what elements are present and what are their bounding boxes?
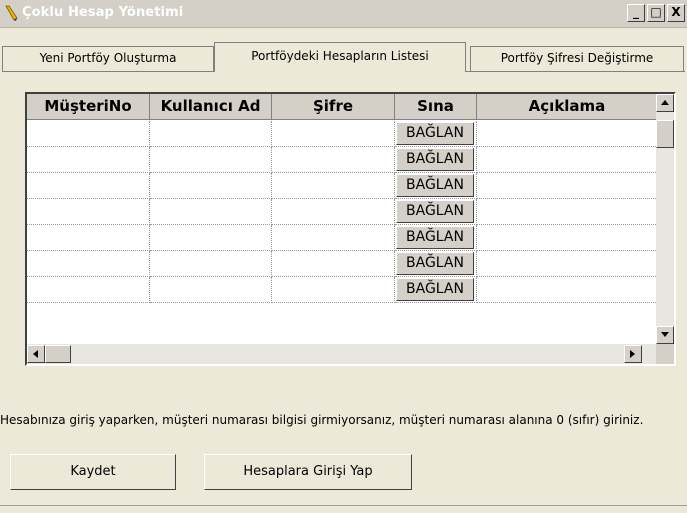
- table-row[interactable]: BAĞLAN: [27, 121, 658, 147]
- cell-musteri-no[interactable]: [27, 199, 150, 225]
- cell-kullanici-ad[interactable]: [150, 199, 272, 225]
- scroll-right-button[interactable]: [624, 345, 642, 363]
- cell-sifre[interactable]: [272, 225, 395, 251]
- cell-sifre[interactable]: [272, 147, 395, 173]
- cell-sifre[interactable]: [272, 173, 395, 199]
- arrow-down-icon: [661, 332, 669, 337]
- tab-yeni-portfoy[interactable]: Yeni Portföy Oluşturma: [2, 46, 214, 71]
- horizontal-scroll-thumb[interactable]: [45, 345, 71, 363]
- tab-hesaplarin-listesi[interactable]: Portföydeki Hesapların Listesi: [214, 42, 466, 72]
- cell-kullanici-ad[interactable]: [150, 173, 272, 199]
- table-row[interactable]: BAĞLAN: [27, 173, 658, 199]
- arrow-left-icon: [33, 350, 38, 358]
- connect-button[interactable]: BAĞLAN: [396, 278, 474, 301]
- connect-button[interactable]: BAĞLAN: [396, 226, 474, 249]
- pencil-icon: [5, 5, 18, 21]
- table-row[interactable]: BAĞLAN: [27, 251, 658, 277]
- connect-button[interactable]: BAĞLAN: [396, 148, 474, 171]
- title-bar: Çoklu Hesap Yönetimi _ □ X: [0, 0, 687, 28]
- table-row[interactable]: BAĞLAN: [27, 147, 658, 173]
- tab-strip: Yeni Portföy Oluşturma Portföydeki Hesap…: [0, 38, 687, 72]
- cell-aciklama[interactable]: [477, 225, 658, 251]
- cell-sifre[interactable]: [272, 121, 395, 147]
- maximize-icon: □: [650, 5, 662, 19]
- info-note: Hesabınıza giriş yaparken, müşteri numar…: [0, 413, 644, 427]
- cell-musteri-no[interactable]: [27, 173, 150, 199]
- cell-sina[interactable]: BAĞLAN: [395, 251, 477, 277]
- table-row[interactable]: BAĞLAN: [27, 277, 658, 303]
- cell-sifre[interactable]: [272, 199, 395, 225]
- horizontal-scrollbar[interactable]: [27, 344, 660, 364]
- cell-sina[interactable]: BAĞLAN: [395, 199, 477, 225]
- scroll-up-button[interactable]: [656, 94, 674, 112]
- cell-kullanici-ad[interactable]: [150, 121, 272, 147]
- arrow-right-icon: [630, 350, 635, 358]
- cell-sina[interactable]: BAĞLAN: [395, 147, 477, 173]
- cell-musteri-no[interactable]: [27, 251, 150, 277]
- cell-aciklama[interactable]: [477, 277, 658, 303]
- save-button[interactable]: Kaydet: [10, 454, 176, 490]
- cell-kullanici-ad[interactable]: [150, 147, 272, 173]
- connect-button[interactable]: BAĞLAN: [396, 200, 474, 223]
- close-button[interactable]: X: [667, 4, 685, 22]
- column-header-kullanici-ad[interactable]: Kullanıcı Ad: [150, 94, 272, 120]
- accounts-grid[interactable]: MüşteriNo Kullanıcı Ad Şifre Sına Açıkla…: [25, 92, 676, 366]
- cell-sina[interactable]: BAĞLAN: [395, 121, 477, 147]
- minimize-button[interactable]: _: [627, 4, 645, 22]
- minimize-icon: _: [633, 5, 639, 19]
- cell-sina[interactable]: BAĞLAN: [395, 173, 477, 199]
- column-header-musteri-no[interactable]: MüşteriNo: [27, 94, 150, 120]
- scrollbar-corner: [656, 344, 674, 364]
- cell-kullanici-ad[interactable]: [150, 251, 272, 277]
- maximize-button[interactable]: □: [647, 4, 665, 22]
- cell-aciklama[interactable]: [477, 121, 658, 147]
- arrow-up-icon: [661, 100, 669, 105]
- vertical-scroll-thumb[interactable]: [656, 120, 674, 148]
- cell-aciklama[interactable]: [477, 251, 658, 277]
- scroll-left-button[interactable]: [27, 345, 45, 363]
- cell-sifre[interactable]: [272, 277, 395, 303]
- status-divider: [0, 505, 687, 506]
- vertical-scrollbar[interactable]: [656, 94, 674, 344]
- connect-button[interactable]: BAĞLAN: [396, 122, 474, 145]
- column-header-aciklama[interactable]: Açıklama: [477, 94, 658, 120]
- table-row[interactable]: BAĞLAN: [27, 225, 658, 251]
- scroll-down-button[interactable]: [656, 326, 674, 344]
- cell-kullanici-ad[interactable]: [150, 225, 272, 251]
- close-icon: X: [671, 5, 681, 19]
- column-header-sina[interactable]: Sına: [395, 94, 477, 120]
- cell-aciklama[interactable]: [477, 173, 658, 199]
- cell-kullanici-ad[interactable]: [150, 277, 272, 303]
- column-header-sifre[interactable]: Şifre: [272, 94, 395, 120]
- table-row[interactable]: BAĞLAN: [27, 199, 658, 225]
- login-accounts-button[interactable]: Hesaplara Girişi Yap: [204, 454, 412, 490]
- cell-musteri-no[interactable]: [27, 147, 150, 173]
- cell-musteri-no[interactable]: [27, 121, 150, 147]
- connect-button[interactable]: BAĞLAN: [396, 174, 474, 197]
- cell-sina[interactable]: BAĞLAN: [395, 277, 477, 303]
- cell-sina[interactable]: BAĞLAN: [395, 225, 477, 251]
- window-title: Çoklu Hesap Yönetimi: [22, 5, 184, 20]
- cell-aciklama[interactable]: [477, 199, 658, 225]
- tab-sifre-degistirme[interactable]: Portföy Şifresi Değiştirme: [470, 46, 684, 71]
- connect-button[interactable]: BAĞLAN: [396, 252, 474, 275]
- cell-aciklama[interactable]: [477, 147, 658, 173]
- cell-musteri-no[interactable]: [27, 277, 150, 303]
- cell-sifre[interactable]: [272, 251, 395, 277]
- cell-musteri-no[interactable]: [27, 225, 150, 251]
